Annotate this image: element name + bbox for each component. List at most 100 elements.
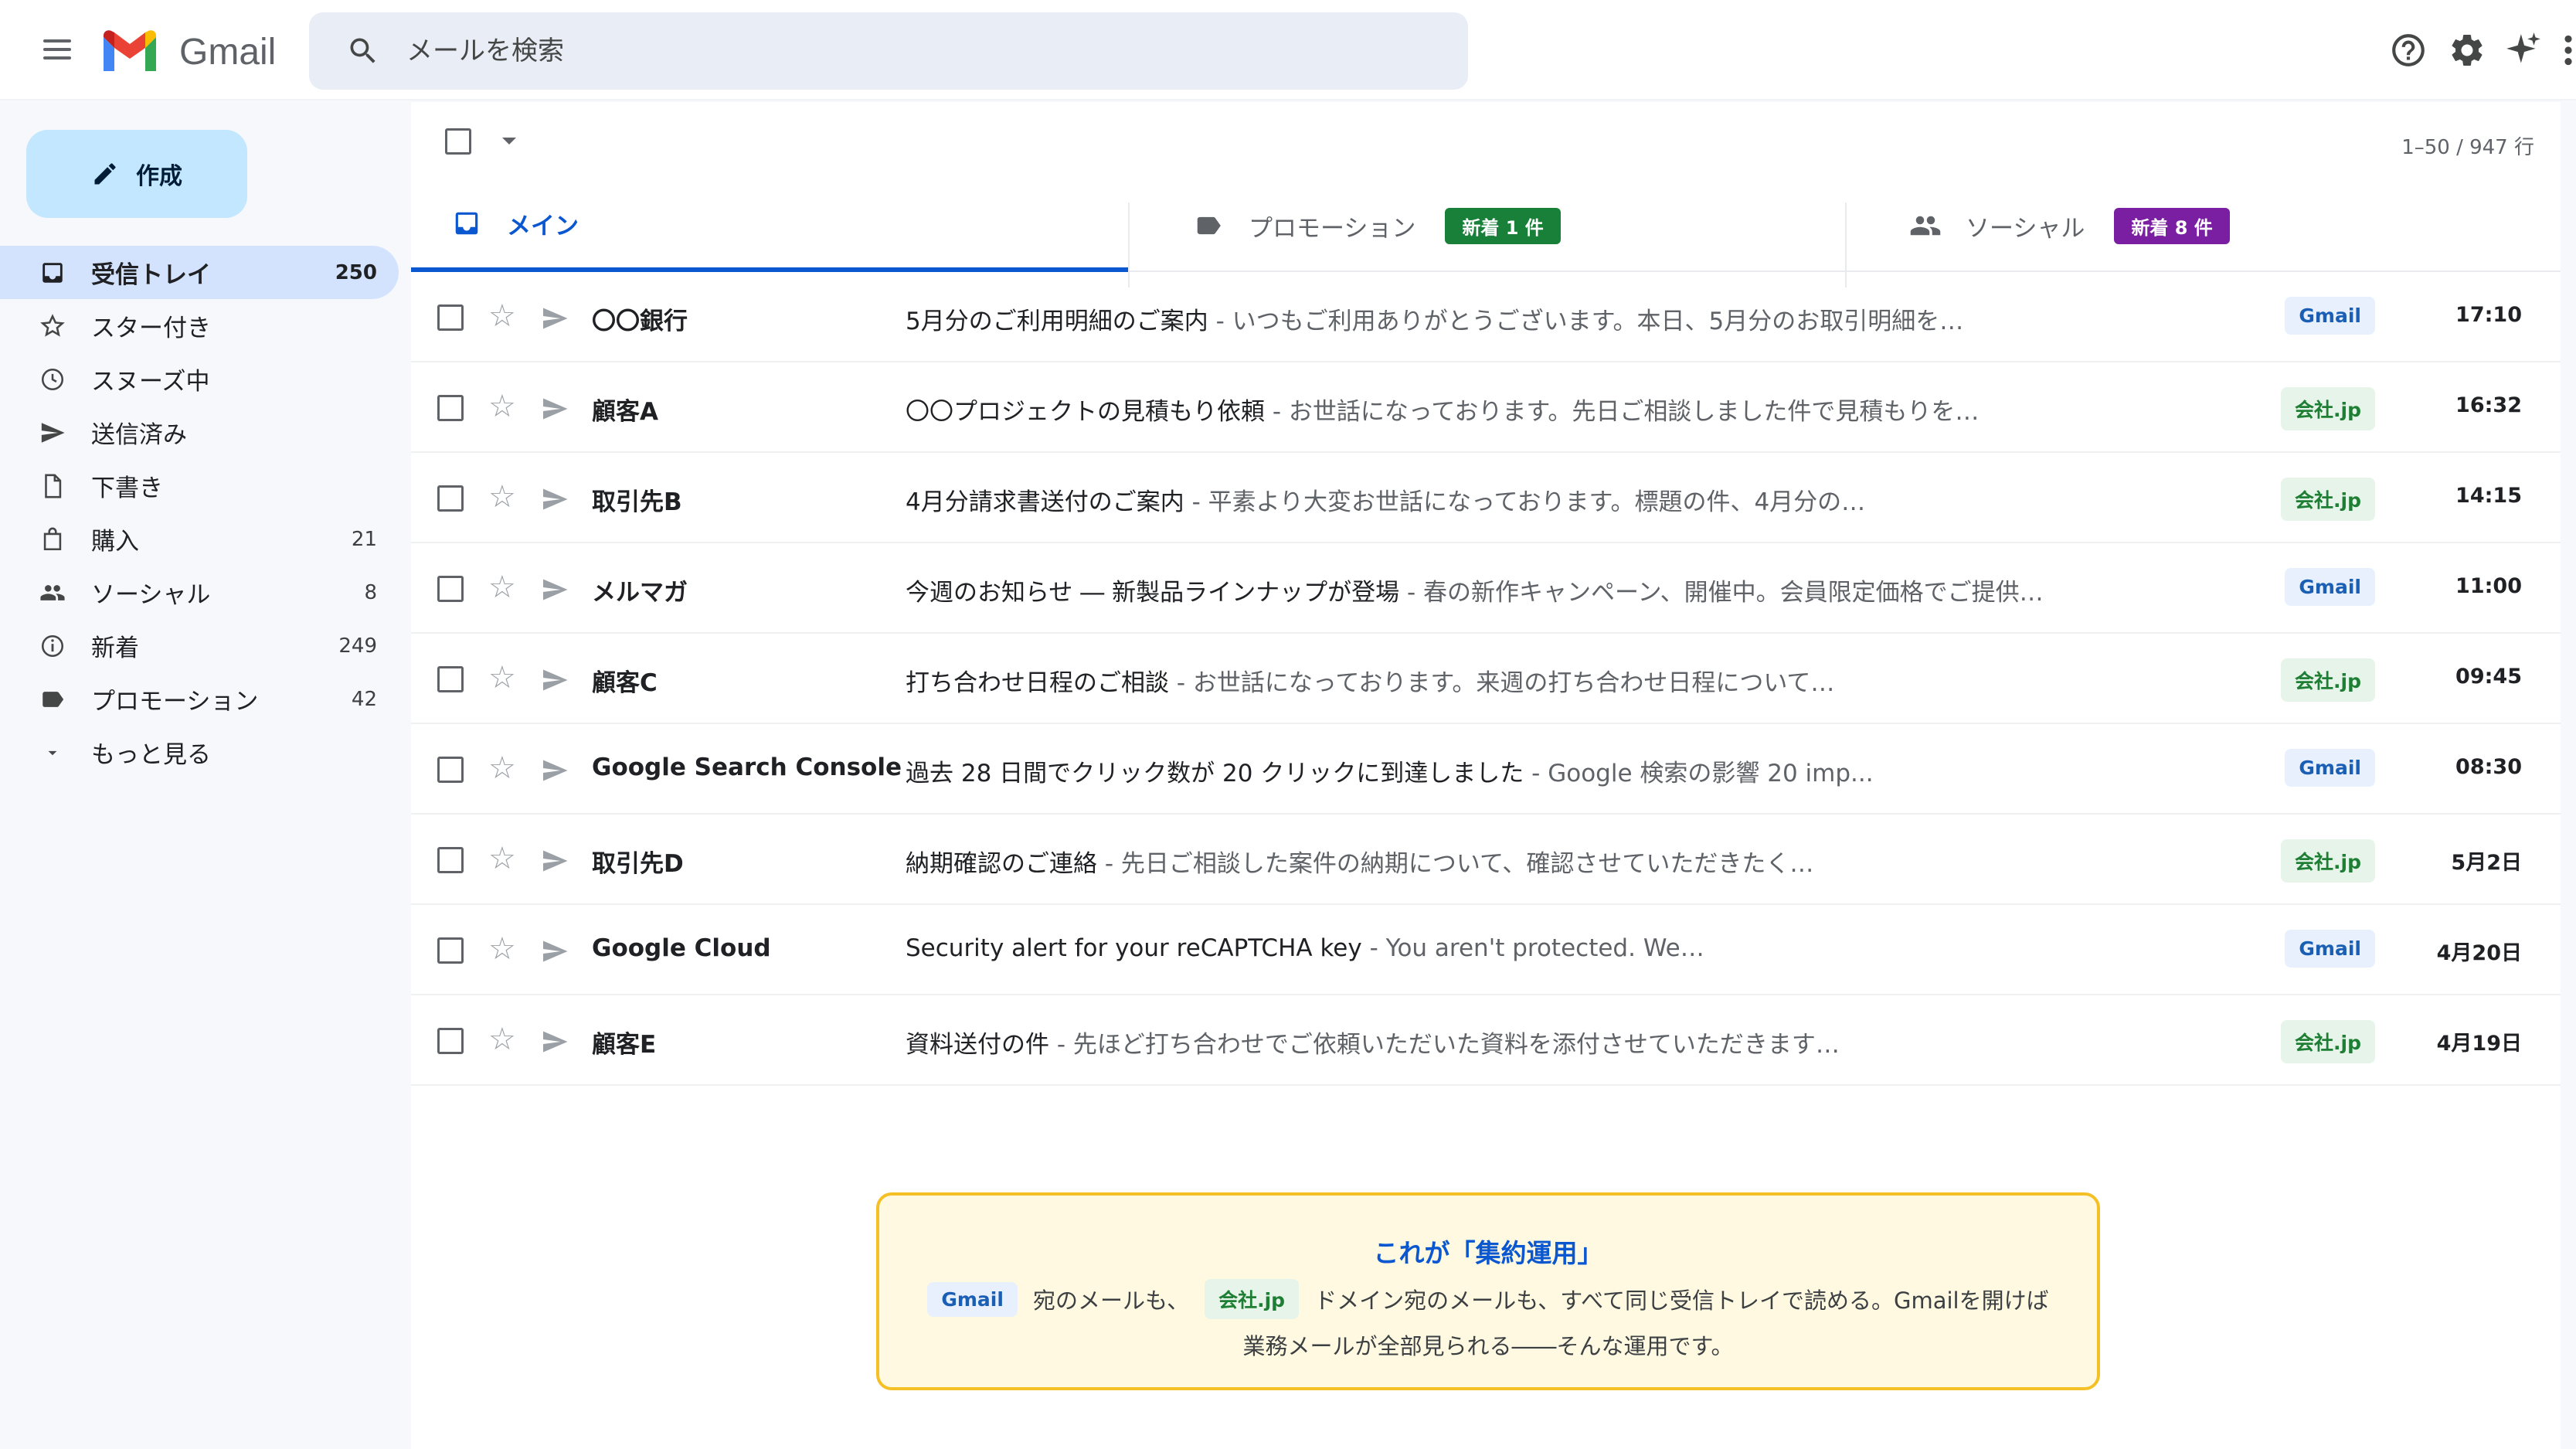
star-icon[interactable]: ☆ [488,750,516,786]
star-icon[interactable]: ☆ [488,841,516,876]
apps-grid-icon[interactable] [2561,31,2576,70]
tab-primary[interactable]: メイン [411,179,1128,272]
row-checkbox[interactable] [437,847,464,873]
sidebar-item-drafts[interactable]: 下書き [0,459,399,512]
item-count: 249 [338,634,377,658]
label-chip[interactable]: 会社.jp [2281,839,2375,883]
chevron-down-icon [37,737,68,768]
star-icon[interactable]: ☆ [488,1022,516,1057]
sidebar-item-more[interactable]: もっと見る [0,726,399,779]
sender-name: 取引先D [592,850,684,878]
row-checkbox[interactable] [437,1028,464,1054]
label-chip[interactable]: 会社.jp [2281,658,2375,702]
snippet: Google 検索の影響 20 imp... [1548,760,1874,787]
email-row[interactable]: ☆ 顧客E 資料送付の件 - 先ほど打ち合わせでご依頼いただいた資料を添付させて… [411,995,2561,1086]
email-row[interactable]: ☆ 取引先D 納期確認のご連絡 - 先日ご相談した案件の納期について、確認させて… [411,815,2561,905]
sidebar-item-label: 購入 [91,528,139,556]
tab-social[interactable]: ソーシャル 新着 8 件 [1847,179,2561,272]
sparkle-icon[interactable] [2505,31,2544,70]
sidebar-item-updates[interactable]: 新着 249 [0,619,399,672]
label-chip[interactable]: 会社.jp [2281,1020,2375,1063]
people-icon [37,577,68,608]
star-icon [37,311,68,342]
tab-label: プロモーション [1249,214,1416,243]
label-chip[interactable]: Gmail [2285,568,2375,606]
clock-icon [37,364,68,395]
gmail-logo-icon[interactable] [100,28,159,74]
message-preview: 打ち合わせ日程のご相談 - お世話になっております。来週の打ち合わせ日程について… [906,669,1835,697]
sidebar-item-starred[interactable]: スター付き [0,299,399,352]
email-row[interactable]: ☆ Google Search Console 過去 28 日間でクリック数が … [411,724,2561,815]
search-input[interactable] [406,29,1411,73]
brand-name: Gmail [179,32,277,73]
row-checkbox[interactable] [437,666,464,692]
subject: 〇〇プロジェクトの見積もり依頼 [906,398,1265,426]
tab-promotions[interactable]: プロモーション 新着 1 件 [1130,179,1845,272]
received-time: 4月20日 [2436,941,2522,965]
email-row[interactable]: ☆ Google Cloud Security alert for your r… [411,905,2561,995]
settings-gear-icon[interactable] [2448,31,2486,70]
sidebar-item-label: ソーシャル [91,581,211,609]
email-row[interactable]: ☆ 顧客A 〇〇プロジェクトの見積もり依頼 - お世話になっております。先日ご相… [411,362,2561,453]
row-checkbox[interactable] [437,757,464,783]
received-time: 5月2日 [2451,851,2522,875]
inbox-icon [450,206,484,240]
label-chip[interactable]: 会社.jp [2281,387,2375,430]
row-checkbox[interactable] [437,304,464,331]
sidebar-item-promotions[interactable]: プロモーション 42 [0,672,399,726]
star-icon[interactable]: ☆ [488,931,516,967]
compose-button[interactable]: 作成 [26,130,247,218]
select-all-checkbox[interactable] [445,128,471,155]
help-icon[interactable] [2389,31,2428,70]
tab-label: ソーシャル [1966,214,2085,243]
company-pill: 会社.jp [1205,1279,1300,1319]
label-chip[interactable]: 会社.jp [2281,478,2375,521]
email-list: ☆ 〇〇銀行 5月分のご利用明細のご案内 - いつもご利用ありがとうございます。… [411,272,2561,1086]
sidebar: 作成 受信トレイ 250 スター付き スヌーズ中 送信済み 下書き 購入 21 [0,102,411,1449]
inbox-icon [37,257,68,288]
send-icon [543,308,568,329]
send-icon [543,1031,568,1053]
row-checkbox[interactable] [437,395,464,421]
search-icon[interactable] [346,34,380,68]
sidebar-item-social[interactable]: ソーシャル 8 [0,566,399,619]
sidebar-item-snoozed[interactable]: スヌーズ中 [0,352,399,406]
subject: 4月分請求書送付のご案内 [906,488,1184,516]
pagination-info: 1–50 / 947 行 [2401,136,2534,159]
email-row[interactable]: ☆ 〇〇銀行 5月分のご利用明細のご案内 - いつもご利用ありがとうございます。… [411,272,2561,362]
email-row[interactable]: ☆ 取引先B 4月分請求書送付のご案内 - 平素より大変お世話になっております。… [411,453,2561,543]
subject: 過去 28 日間でクリック数が 20 クリックに到達しました [906,760,1524,787]
subject: 打ち合わせ日程のご相談 [906,669,1169,697]
select-dropdown-icon[interactable] [502,138,516,145]
row-checkbox[interactable] [437,576,464,602]
item-count: 8 [364,580,377,604]
snippet: 先ほど打ち合わせでご依頼いただいた資料を添付させていただきます… [1072,1031,1840,1059]
sender-name: 〇〇銀行 [592,308,688,335]
callout-line-2: 業務メールが全部見られる――そんな運用です。 [1242,1333,1734,1359]
snippet: お世話になっております。先日ご相談しました件で見積もりを… [1288,398,1980,426]
star-icon[interactable]: ☆ [488,570,516,605]
search-bar[interactable] [309,12,1468,90]
star-icon[interactable]: ☆ [488,389,516,424]
row-checkbox[interactable] [437,485,464,512]
star-icon[interactable]: ☆ [488,298,516,334]
message-preview: 5月分のご利用明細のご案内 - いつもご利用ありがとうございます。本日、5月分の… [906,308,1964,335]
subject: 納期確認のご連絡 [906,850,1097,878]
main-menu-icon[interactable] [39,34,76,65]
email-row[interactable]: ☆ メルマガ 今週のお知らせ ― 新製品ラインナップが登場 - 春の新作キャンペ… [411,543,2561,634]
star-icon[interactable]: ☆ [488,660,516,696]
row-checkbox[interactable] [437,937,464,964]
label-chip[interactable]: Gmail [2285,930,2375,968]
sidebar-item-label: プロモーション [91,688,259,716]
sidebar-item-sent[interactable]: 送信済み [0,406,399,459]
new-count-badge: 新着 1 件 [1445,207,1561,244]
label-chip[interactable]: Gmail [2285,749,2375,787]
email-row[interactable]: ☆ 顧客C 打ち合わせ日程のご相談 - お世話になっております。来週の打ち合わせ… [411,634,2561,724]
send-icon [543,760,568,781]
send-icon [543,940,568,962]
star-icon[interactable]: ☆ [488,479,516,515]
callout-title: これが「集約運用」 [1373,1238,1603,1268]
label-chip[interactable]: Gmail [2285,297,2375,335]
sidebar-item-purchases[interactable]: 購入 21 [0,512,399,566]
sidebar-item-inbox[interactable]: 受信トレイ 250 [0,246,399,299]
